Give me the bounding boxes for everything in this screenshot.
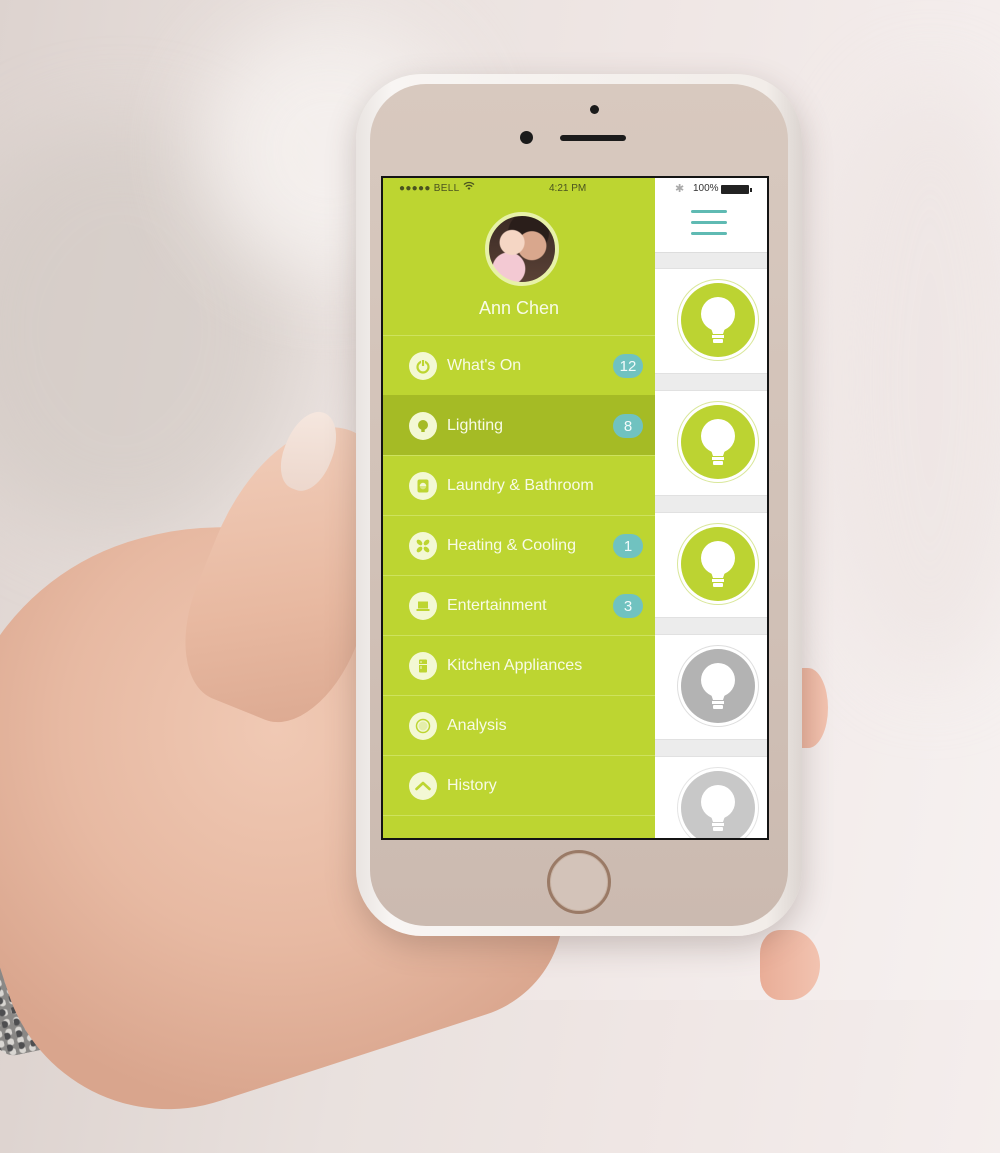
device-card[interactable] [655, 512, 767, 618]
power-icon [409, 351, 437, 380]
lightbulb-toggle-icon[interactable] [681, 283, 755, 357]
device-card[interactable] [655, 756, 767, 838]
status-bar: ●●●●● BELL 4:21 PM ✱ 100% [383, 178, 767, 200]
carrier-signal: ●●●●● BELL [399, 183, 460, 194]
earpiece-speaker [560, 135, 626, 141]
sidebar-divider [383, 815, 655, 826]
bluetooth-icon: ✱ [675, 183, 685, 195]
wifi-icon [463, 181, 475, 194]
device-card[interactable] [655, 268, 767, 374]
finger [760, 930, 820, 1000]
sidebar-item-kitchen-appliances[interactable]: Kitchen Appliances [383, 635, 655, 695]
phone-screen: ●●●●● BELL 4:21 PM ✱ 100% Ann Chen What'… [381, 176, 769, 840]
battery-icon [721, 185, 752, 194]
sidebar-item-label: Analysis [447, 716, 507, 734]
sidebar-item-history[interactable]: History [383, 755, 655, 815]
laptop-icon [409, 591, 437, 620]
history-icon [409, 771, 437, 800]
profile-name: Ann Chen [478, 298, 560, 318]
clock: 4:21 PM [549, 183, 587, 194]
count-badge: 8 [613, 414, 643, 438]
sidebar-drawer: Ann Chen What's On 12 Lighting 8 Laundry… [383, 178, 655, 838]
count-badge: 12 [613, 354, 643, 378]
sidebar-item-analysis[interactable]: Analysis [383, 695, 655, 755]
sidebar-item-entertainment[interactable]: Entertainment 3 [383, 575, 655, 635]
device-card[interactable] [655, 390, 767, 496]
lightbulb-toggle-icon[interactable] [681, 649, 755, 723]
sidebar-menu: What's On 12 Lighting 8 Laundry & Bathro… [383, 335, 655, 826]
main-content [655, 178, 767, 838]
fridge-icon [409, 651, 437, 680]
sidebar-item-heating-cooling[interactable]: Heating & Cooling 1 [383, 515, 655, 575]
count-badge: 3 [613, 594, 643, 618]
lightbulb-toggle-icon[interactable] [681, 771, 755, 838]
lightbulb-toggle-icon[interactable] [681, 405, 755, 479]
profile-section: Ann Chen [383, 208, 655, 336]
sidebar-item-label: Kitchen Appliances [447, 656, 583, 674]
background-blur [820, 80, 1000, 680]
battery-percent: 100% [693, 183, 719, 194]
sidebar-item-label: History [447, 776, 497, 794]
sidebar-item-whats-on[interactable]: What's On 12 [383, 335, 655, 395]
sidebar-item-label: Laundry & Bathroom [447, 476, 594, 494]
device-card[interactable] [655, 634, 767, 740]
analysis-icon [409, 711, 437, 740]
count-badge: 1 [613, 534, 643, 558]
lightbulb-icon [409, 411, 437, 440]
avatar[interactable] [485, 212, 559, 286]
front-camera [520, 131, 533, 144]
sidebar-item-lighting[interactable]: Lighting 8 [383, 395, 655, 455]
washer-icon [409, 471, 437, 500]
home-button[interactable] [547, 850, 611, 914]
sidebar-item-laundry-bathroom[interactable]: Laundry & Bathroom [383, 455, 655, 515]
lightbulb-toggle-icon[interactable] [681, 527, 755, 601]
fan-icon [409, 531, 437, 560]
proximity-sensor [590, 105, 599, 114]
hamburger-menu-icon[interactable] [691, 210, 727, 236]
